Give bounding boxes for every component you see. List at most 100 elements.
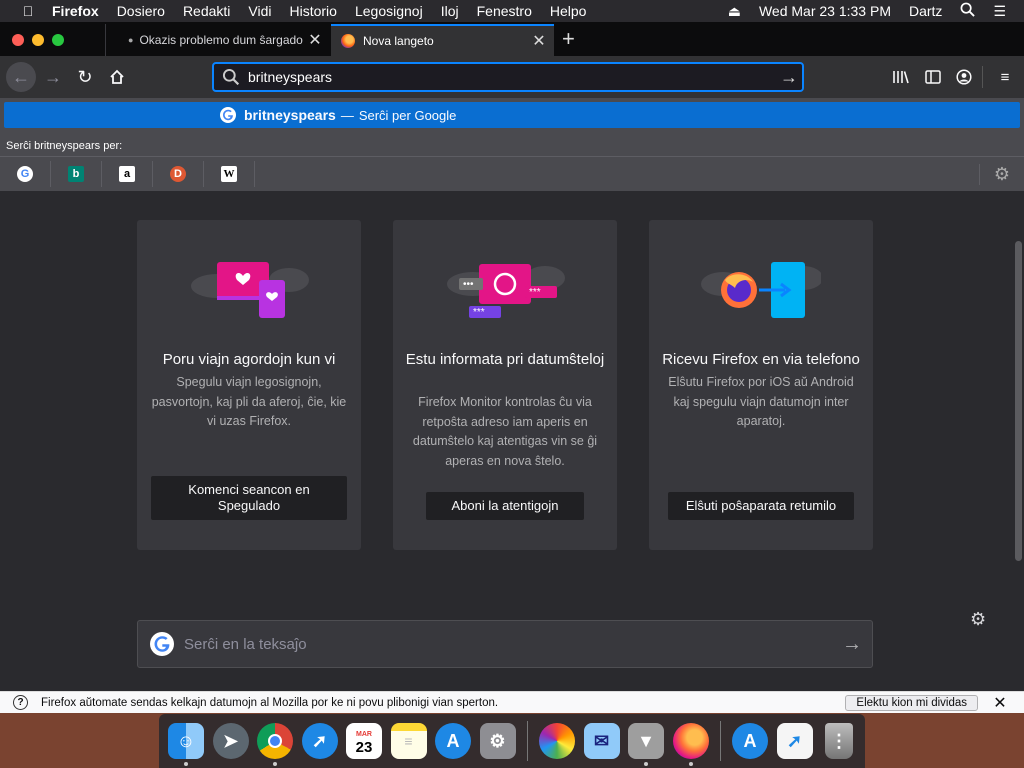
card-title: Ricevu Firefox en via telefono (662, 351, 860, 368)
forward-arrow-icon[interactable]: → (38, 62, 68, 92)
sync-devices-illustration-icon (191, 262, 309, 318)
tab-close-icon[interactable]: ✕ (528, 31, 550, 51)
data-reporting-notification: ? Firefox aŭtomate sendas kelkajn datumo… (0, 691, 1024, 713)
trash-icon: ⋮ (825, 723, 853, 759)
dock-calendar[interactable]: MAR 23 (343, 720, 385, 762)
macos-menubar:  Firefox Dosiero Redakti Vidi Historio … (0, 0, 1024, 22)
apple-icon[interactable]:  (18, 3, 38, 19)
subscribe-alerts-button[interactable]: Aboni la atentigojn (426, 492, 584, 520)
new-tab-plus-icon[interactable]: + (562, 26, 575, 52)
suggestion-dash: — (340, 107, 354, 123)
notification-text: Firefox aŭtomate sendas kelkajn datumojn… (41, 696, 499, 709)
account-icon[interactable] (953, 66, 975, 88)
dock-downloads[interactable]: ➚ (774, 720, 816, 762)
sidebar-icon[interactable] (922, 66, 944, 88)
url-input[interactable]: britneyspears (248, 69, 776, 85)
home-icon[interactable] (102, 62, 132, 92)
downloads-document-icon: ➚ (776, 723, 813, 759)
card-title: Poru viajn agordojn kun vi (162, 351, 336, 368)
menubar-user[interactable]: Dartz (909, 3, 942, 19)
close-icon[interactable]: ✕ (990, 693, 1010, 713)
dock-installer[interactable]: ▼ (625, 720, 667, 766)
amazon-icon: a (119, 166, 135, 182)
launchpad-rocket-icon: ➤ (212, 723, 249, 759)
dock-separator (720, 721, 721, 761)
one-off-search-header: Serĉi britneyspears per: (6, 140, 123, 152)
card-body: Spegulu viajn legosignojn, pasvortojn, k… (151, 375, 347, 428)
hamburger-menu-icon[interactable]: ≡ (994, 66, 1016, 88)
menu-fenestro[interactable]: Fenestro (477, 3, 532, 19)
toolbar-separator (982, 66, 983, 88)
macos-dock: ☺ ➤ ➚ MAR 23 ≡ A ⚙ ✉ ▼ A ➚ ⋮ (159, 714, 865, 768)
window-close-button[interactable] (12, 34, 24, 46)
web-search-input[interactable]: Serĉi en la teksaĵo (184, 636, 832, 653)
question-icon: ? (13, 695, 28, 710)
tab-loading-dot-icon: ● (128, 35, 134, 45)
web-search-box[interactable]: Serĉi en la teksaĵo → (137, 620, 873, 668)
search-go-arrow-icon[interactable]: → (832, 633, 872, 656)
dock-firefox[interactable] (670, 720, 712, 766)
window-minimize-button[interactable] (32, 34, 44, 46)
back-arrow-icon[interactable]: ← (6, 62, 36, 92)
google-icon: G (17, 166, 33, 182)
navigation-toolbar: ← → ↻ britneyspears → ≡ (0, 56, 1024, 98)
card-body: Elŝutu Firefox por iOS aŭ Android kaj sp… (668, 375, 854, 428)
google-icon (220, 107, 236, 123)
applications-folder-icon: A (732, 723, 768, 759)
start-sync-button[interactable]: Komenci seancon en Spegulado (151, 476, 347, 520)
dock-mail[interactable]: ✉ (581, 720, 623, 762)
page-scrollbar[interactable] (1015, 241, 1022, 561)
card-body: Firefox Monitor kontrolas ĉu via retpoŝt… (412, 395, 598, 468)
menu-redakti[interactable]: Redakti (183, 3, 230, 19)
choose-what-i-share-button[interactable]: Elektu kion mi dividas (845, 694, 978, 711)
running-indicator (688, 762, 693, 766)
firefox-mobile-illustration-icon (701, 262, 821, 318)
firefox-favicon-icon (341, 34, 355, 48)
tab-problem-loading[interactable]: ● Okazis problemo dum ŝargado ✕ (105, 24, 330, 56)
engine-amazon-button[interactable]: a (102, 161, 153, 187)
engine-wikipedia-button[interactable]: W (204, 161, 255, 187)
menu-helpo[interactable]: Helpo (550, 3, 587, 19)
dock-trash[interactable]: ⋮ (818, 720, 860, 762)
dock-system-preferences[interactable]: ⚙ (477, 720, 519, 762)
menubar-clock[interactable]: Wed Mar 23 1:33 PM (759, 3, 891, 19)
suggestion-google-search[interactable]: britneyspears — Serĉi per Google (4, 102, 1020, 128)
system-preferences-gear-icon: ⚙ (479, 723, 516, 759)
engine-duckduckgo-button[interactable]: D (153, 161, 204, 187)
dock-applications-folder[interactable]: A (729, 720, 771, 762)
dock-chrome[interactable] (254, 720, 296, 766)
engine-bing-button[interactable]: b (51, 161, 102, 187)
dock-photos[interactable] (536, 720, 578, 762)
eject-icon[interactable]: ⏏ (728, 3, 741, 20)
one-off-search-engines: G b a D W ⚙ (0, 160, 1024, 188)
menubar-status-area: ⏏ Wed Mar 23 1:33 PM Dartz ☰ (728, 0, 1024, 22)
menu-legosignoj[interactable]: Legosignoj (355, 3, 423, 19)
dock-notes[interactable]: ≡ (388, 720, 430, 762)
menu-historio[interactable]: Historio (290, 3, 337, 19)
running-indicator (273, 762, 277, 766)
newtab-page: Poru viajn agordojn kun vi Spegulu viajn… (0, 191, 1024, 691)
tab-new-tab[interactable]: Nova langeto ✕ (331, 24, 554, 56)
dock-app-store[interactable]: A (432, 720, 474, 762)
dock-safari[interactable]: ➚ (299, 720, 341, 762)
notes-icon: ≡ (390, 723, 427, 759)
dock-finder[interactable]: ☺ (165, 720, 207, 766)
search-settings-gear-icon[interactable]: ⚙ (978, 164, 1010, 185)
library-icon[interactable] (890, 66, 912, 88)
notification-center-icon[interactable]: ☰ (993, 3, 1006, 20)
suggestion-term: britneyspears (244, 107, 336, 123)
spotlight-search-icon[interactable] (960, 2, 976, 20)
tab-close-icon[interactable]: ✕ (304, 30, 326, 50)
menu-app-firefox[interactable]: Firefox (52, 3, 99, 19)
reload-icon[interactable]: ↻ (70, 62, 100, 92)
url-bar[interactable]: britneyspears → (212, 62, 804, 92)
newtab-settings-gear-icon[interactable]: ⚙ (970, 609, 986, 630)
window-zoom-button[interactable] (52, 34, 64, 46)
menu-vidi[interactable]: Vidi (248, 3, 271, 19)
dock-launchpad[interactable]: ➤ (210, 720, 252, 762)
engine-google-button[interactable]: G (0, 161, 51, 187)
download-mobile-browser-button[interactable]: Elŝuti poŝaparata retumilo (668, 492, 854, 520)
go-arrow-icon[interactable]: → (776, 67, 802, 88)
menu-iloj[interactable]: Iloj (441, 3, 459, 19)
menu-dosiero[interactable]: Dosiero (117, 3, 165, 19)
